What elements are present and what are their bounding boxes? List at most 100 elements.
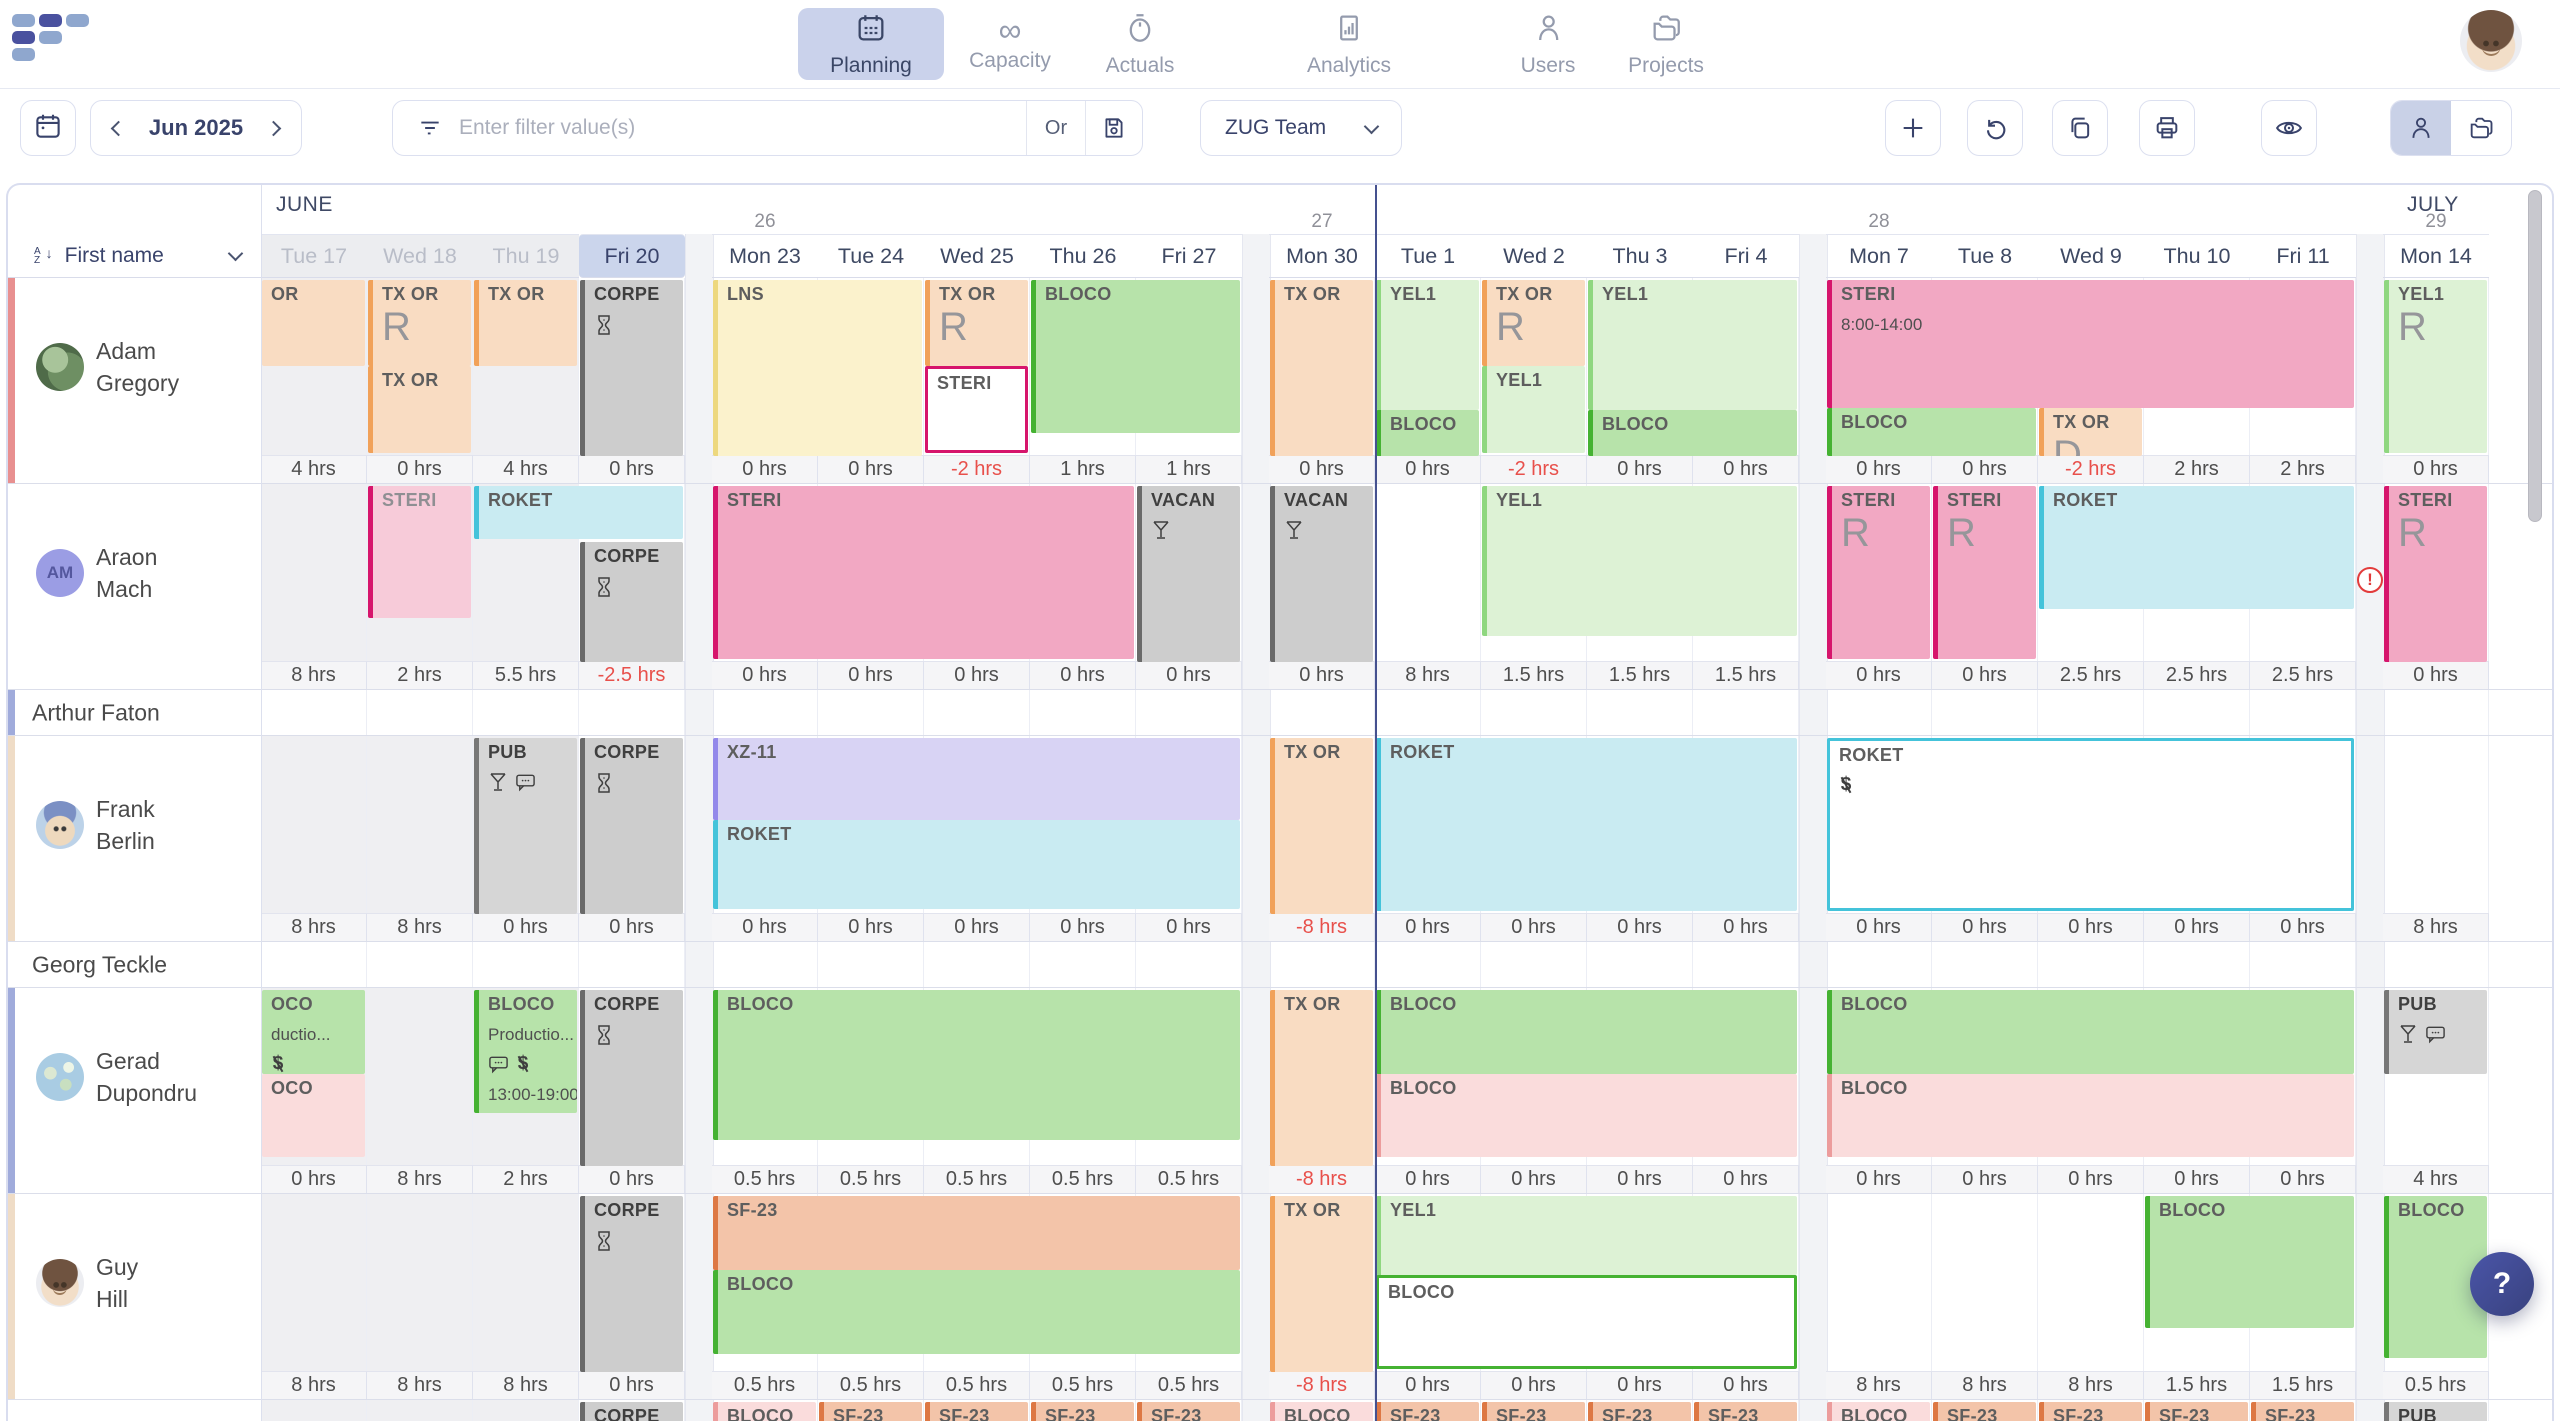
booking-block[interactable]: VACAN — [1270, 486, 1373, 662]
day-cell[interactable] — [261, 1400, 367, 1421]
day-header[interactable]: Wed 18 — [367, 234, 473, 278]
day-cell[interactable] — [2038, 1194, 2144, 1399]
day-cell[interactable] — [579, 690, 685, 735]
user-avatar[interactable] — [2460, 10, 2522, 72]
day-header[interactable]: Thu 19 — [473, 234, 579, 278]
booking-block[interactable]: SF-23 — [2039, 1402, 2142, 1421]
day-cell[interactable] — [367, 736, 473, 941]
day-cell[interactable] — [1693, 690, 1799, 735]
booking-block[interactable]: ROKET — [474, 486, 683, 539]
booking-block[interactable]: BLOCO — [1827, 1074, 2354, 1157]
day-header[interactable]: Mon 7 — [1826, 234, 1932, 278]
booking-block[interactable]: BLOCO — [1376, 990, 1797, 1074]
day-cell[interactable] — [1932, 1194, 2038, 1399]
booking-block[interactable]: ROKET — [713, 820, 1240, 909]
filter-or-button[interactable]: Or — [1027, 101, 1085, 155]
tab-analytics[interactable]: Analytics — [1290, 8, 1408, 80]
booking-block[interactable]: CORPE — [580, 542, 683, 662]
booking-block[interactable]: BLOCOProductio...$13:00-19:00 — [474, 990, 577, 1113]
day-cell[interactable] — [1826, 942, 1932, 987]
next-period-icon[interactable] — [266, 120, 282, 136]
day-cell[interactable] — [1269, 690, 1375, 735]
booking-block[interactable]: SF-23 — [1694, 1402, 1797, 1421]
day-cell[interactable] — [2383, 690, 2489, 735]
undo-button[interactable] — [1967, 100, 2023, 156]
booking-block[interactable]: BLOCO — [2145, 1196, 2354, 1328]
day-header[interactable]: Wed 25 — [924, 234, 1030, 278]
day-cell[interactable] — [2383, 942, 2489, 987]
booking-block[interactable]: BLOCO — [1376, 1275, 1797, 1369]
day-cell[interactable] — [367, 1194, 473, 1399]
day-cell[interactable] — [367, 1400, 473, 1421]
group-by-users-toggle[interactable] — [2391, 101, 2451, 155]
booking-block[interactable]: OCOductio...$ — [262, 990, 365, 1074]
booking-block[interactable]: STERI — [368, 486, 471, 618]
help-button[interactable]: ? — [2470, 1252, 2534, 1316]
day-cell[interactable] — [1587, 690, 1693, 735]
booking-block[interactable]: YEL1 — [1588, 280, 1797, 410]
day-cell[interactable] — [473, 1400, 579, 1421]
day-cell[interactable] — [2038, 690, 2144, 735]
save-filter-button[interactable] — [1086, 101, 1142, 155]
day-header[interactable]: Fri 11 — [2250, 234, 2356, 278]
day-cell[interactable] — [1030, 942, 1136, 987]
booking-block[interactable]: ROKET — [1376, 738, 1797, 911]
booking-block[interactable]: STERI — [713, 486, 1134, 659]
booking-block[interactable]: LNS — [713, 280, 922, 456]
first-name-column-header[interactable]: AZFirst name — [8, 234, 261, 278]
app-logo[interactable] — [12, 14, 96, 66]
day-cell[interactable] — [1375, 484, 1481, 689]
day-cell[interactable] — [818, 942, 924, 987]
booking-block[interactable]: BLOCO — [713, 1270, 1240, 1354]
booking-block[interactable]: BLOCO — [1827, 408, 2036, 456]
booking-block[interactable]: TX ORR — [1482, 280, 1585, 366]
booking-block[interactable]: BLOCO — [1270, 1402, 1373, 1421]
booking-block[interactable]: YEL1 — [1482, 486, 1797, 636]
booking-block[interactable]: STERI — [925, 366, 1028, 453]
prev-period-icon[interactable] — [111, 120, 127, 136]
booking-block[interactable]: YEL1R — [2384, 280, 2487, 453]
booking-block[interactable]: SF-23 — [1376, 1402, 1479, 1421]
booking-block[interactable]: CORPE — [580, 1196, 683, 1372]
booking-block[interactable]: STERIR — [2384, 486, 2487, 662]
day-cell[interactable] — [261, 690, 367, 735]
booking-block[interactable]: TX OR — [1270, 280, 1373, 456]
booking-block[interactable]: TX OR — [474, 280, 577, 366]
day-cell[interactable] — [2144, 942, 2250, 987]
day-cell[interactable] — [712, 690, 818, 735]
booking-block[interactable]: SF-23 — [2145, 1402, 2248, 1421]
day-header[interactable]: Tue 17 — [261, 234, 367, 278]
period-label[interactable]: Jun 2025 — [149, 115, 243, 141]
booking-block[interactable]: OR — [262, 280, 365, 366]
overbooking-warning-icon[interactable]: ! — [2357, 567, 2383, 593]
day-header[interactable]: Mon 14 — [2383, 234, 2489, 278]
booking-block[interactable]: STERIR — [1827, 486, 1930, 659]
print-button[interactable] — [2139, 100, 2195, 156]
booking-block[interactable]: TX OR — [1270, 990, 1373, 1166]
day-cell[interactable] — [1932, 942, 2038, 987]
tab-planning[interactable]: Planning — [798, 8, 944, 80]
day-header[interactable]: Tue 8 — [1932, 234, 2038, 278]
booking-block[interactable]: BLOCO — [713, 990, 1240, 1140]
day-cell[interactable] — [1693, 942, 1799, 987]
group-by-projects-toggle[interactable] — [2451, 101, 2511, 155]
day-cell[interactable] — [261, 484, 367, 689]
day-cell[interactable] — [367, 988, 473, 1193]
day-cell[interactable] — [261, 1194, 367, 1399]
day-cell[interactable] — [1587, 942, 1693, 987]
day-cell[interactable] — [1932, 690, 2038, 735]
vertical-scrollbar[interactable] — [2528, 190, 2542, 522]
day-cell[interactable] — [818, 690, 924, 735]
booking-block[interactable]: SF-23 — [1031, 1402, 1134, 1421]
booking-block[interactable]: BLOCO — [1827, 990, 2354, 1074]
booking-block[interactable]: BLOCO — [1588, 410, 1797, 456]
booking-block[interactable]: ROKET — [2039, 486, 2354, 609]
booking-block[interactable]: YEL1 — [1376, 280, 1479, 410]
booking-block[interactable]: STERIR — [1933, 486, 2036, 659]
booking-block[interactable]: TX ORR — [925, 280, 1028, 366]
day-header[interactable]: Wed 2 — [1481, 234, 1587, 278]
booking-block[interactable]: BLOCO — [1376, 1074, 1797, 1157]
booking-block[interactable]: CORPE — [580, 280, 683, 456]
booking-block[interactable]: CORPE — [580, 738, 683, 914]
day-header[interactable]: Fri 4 — [1693, 234, 1799, 278]
